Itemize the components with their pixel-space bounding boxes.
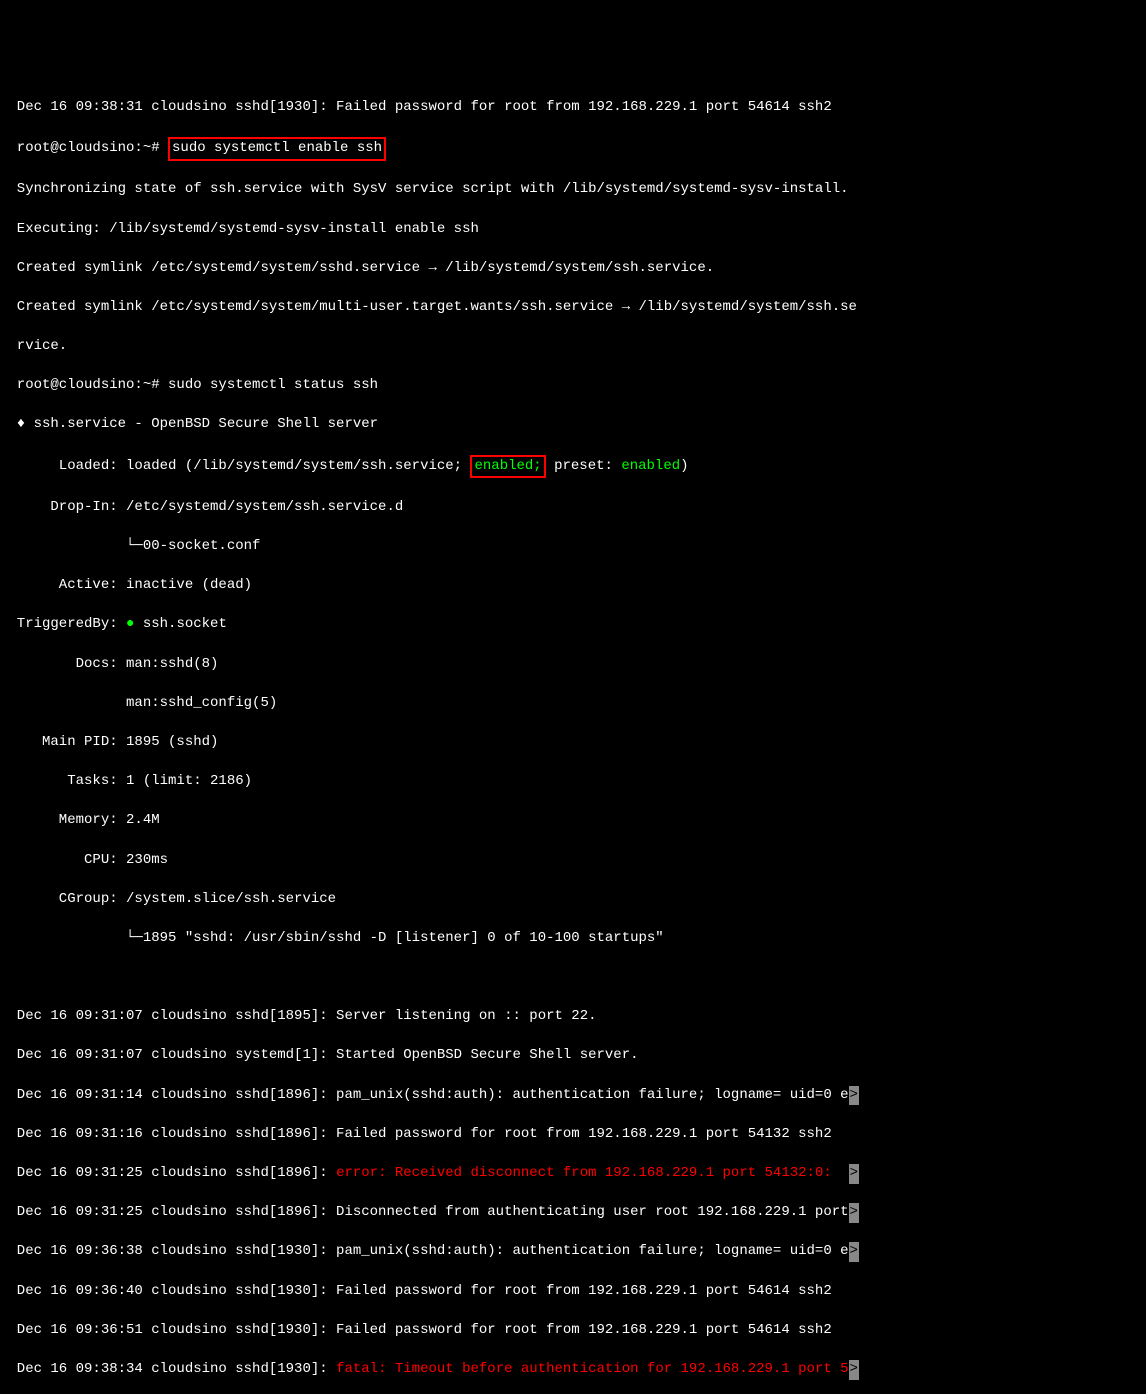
- log-line: Dec 16 09:36:51 cloudsino sshd[1930]: Fa…: [0, 1321, 1146, 1341]
- truncation-indicator-icon: >: [849, 1164, 859, 1184]
- prompt-line: root@cloudsino:~# sudo systemctl enable …: [0, 137, 1146, 161]
- log-line: Dec 16 09:38:31 cloudsino sshd[1930]: Fa…: [0, 98, 1146, 118]
- command-highlight: sudo systemctl enable ssh: [168, 137, 386, 161]
- log-text: Dec 16 09:31:14 cloudsino sshd[1896]: pa…: [0, 1087, 849, 1103]
- status-label: TriggeredBy:: [0, 616, 126, 632]
- status-memory: Memory: 2.4M: [0, 811, 1146, 831]
- output-line: Created symlink /etc/systemd/system/sshd…: [0, 259, 1146, 279]
- error-text: error: Received disconnect from 192.168.…: [336, 1165, 840, 1181]
- status-docs: Docs: man:sshd(8): [0, 655, 1146, 675]
- log-line: Dec 16 09:31:07 cloudsino sshd[1895]: Se…: [0, 1007, 1146, 1027]
- fatal-text: fatal: Timeout before authentication for…: [336, 1361, 848, 1377]
- status-header: ♦ ssh.service - OpenBSD Secure Shell ser…: [0, 415, 1146, 435]
- log-line: Dec 16 09:31:07 cloudsino systemd[1]: St…: [0, 1046, 1146, 1066]
- output-line: Synchronizing state of ssh.service with …: [0, 180, 1146, 200]
- status-dropin-file: └─00-socket.conf: [0, 537, 1146, 557]
- status-cgroup-proc: └─1895 "sshd: /usr/sbin/sshd -D [listene…: [0, 929, 1146, 949]
- terminal-output[interactable]: Dec 16 09:38:31 cloudsino sshd[1930]: Fa…: [0, 78, 1146, 1394]
- log-line: Dec 16 09:31:14 cloudsino sshd[1896]: pa…: [0, 1086, 1146, 1106]
- status-triggered: TriggeredBy: ● ssh.socket: [0, 615, 1146, 635]
- status-text: ): [680, 458, 688, 474]
- log-line: Dec 16 09:31:25 cloudsino sshd[1896]: Di…: [0, 1203, 1146, 1223]
- truncation-indicator-icon: >: [849, 1086, 859, 1106]
- status-tasks: Tasks: 1 (limit: 2186): [0, 772, 1146, 792]
- status-cpu: CPU: 230ms: [0, 851, 1146, 871]
- truncation-indicator-icon: >: [849, 1203, 859, 1223]
- log-text: Dec 16 09:38:34 cloudsino sshd[1930]:: [0, 1361, 336, 1377]
- enabled-highlight: enabled;: [470, 455, 545, 479]
- truncation-indicator-icon: >: [849, 1360, 859, 1380]
- status-dropin: Drop-In: /etc/systemd/system/ssh.service…: [0, 498, 1146, 518]
- truncation-indicator-icon: >: [849, 1242, 859, 1262]
- output-line: Executing: /lib/systemd/systemd-sysv-ins…: [0, 220, 1146, 240]
- log-text: Dec 16 09:31:25 cloudsino sshd[1896]: Di…: [0, 1204, 849, 1220]
- prompt-line: root@cloudsino:~# sudo systemctl status …: [0, 376, 1146, 396]
- status-mainpid: Main PID: 1895 (sshd): [0, 733, 1146, 753]
- output-line: Created symlink /etc/systemd/system/mult…: [0, 298, 1146, 318]
- log-text: Dec 16 09:36:38 cloudsino sshd[1930]: pa…: [0, 1243, 849, 1259]
- status-cgroup: CGroup: /system.slice/ssh.service: [0, 890, 1146, 910]
- status-label: Loaded: loaded (/lib/systemd/system/ssh.…: [0, 458, 470, 474]
- status-active: Active: inactive (dead): [0, 576, 1146, 596]
- log-text: Dec 16 09:31:25 cloudsino sshd[1896]:: [0, 1165, 336, 1181]
- log-line-error: Dec 16 09:31:25 cloudsino sshd[1896]: er…: [0, 1164, 1146, 1184]
- status-loaded: Loaded: loaded (/lib/systemd/system/ssh.…: [0, 455, 1146, 479]
- blank-line: [0, 968, 1146, 988]
- output-line: rvice.: [0, 337, 1146, 357]
- log-line-fatal: Dec 16 09:38:34 cloudsino sshd[1930]: fa…: [0, 1360, 1146, 1380]
- log-line: Dec 16 09:31:16 cloudsino sshd[1896]: Fa…: [0, 1125, 1146, 1145]
- preset-enabled: enabled: [621, 458, 680, 474]
- shell-prompt: root@cloudsino:~#: [0, 140, 168, 156]
- log-line: Dec 16 09:36:38 cloudsino sshd[1930]: pa…: [0, 1242, 1146, 1262]
- log-line: Dec 16 09:36:40 cloudsino sshd[1930]: Fa…: [0, 1282, 1146, 1302]
- status-text: preset:: [546, 458, 622, 474]
- status-text: ssh.socket: [134, 616, 226, 632]
